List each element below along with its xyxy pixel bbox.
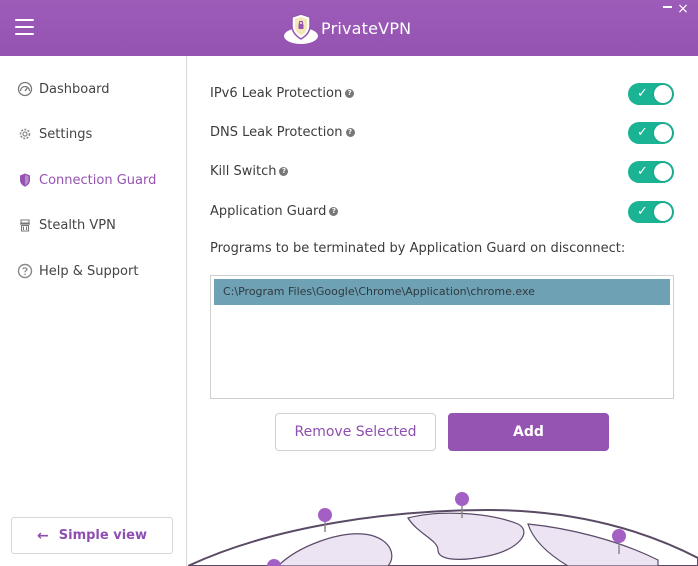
dns-leak-protection-toggle[interactable]: ✓ bbox=[628, 122, 674, 144]
application-guard-label: Application Guard ? bbox=[210, 202, 339, 220]
application-guard-toggle[interactable]: ✓ bbox=[628, 201, 674, 223]
hamburger-menu-icon[interactable] bbox=[15, 19, 34, 35]
close-button[interactable]: × bbox=[676, 2, 690, 16]
help-icon[interactable]: ? bbox=[329, 206, 339, 216]
help-icon[interactable]: ? bbox=[345, 127, 355, 137]
globe-illustration bbox=[188, 484, 698, 566]
kill-switch-toggle[interactable]: ✓ bbox=[628, 161, 674, 183]
ipv6-leak-protection-label: IPv6 Leak Protection ? bbox=[210, 84, 355, 102]
program-list[interactable]: C:\Program Files\Google\Chrome\Applicati… bbox=[210, 275, 674, 399]
help-icon[interactable]: ? bbox=[279, 166, 289, 176]
ipv6-leak-protection-toggle[interactable]: ✓ bbox=[628, 83, 674, 105]
sidebar-item-label: Stealth VPN bbox=[39, 217, 116, 233]
programs-label: Programs to be terminated by Application… bbox=[210, 241, 626, 256]
toggle-knob bbox=[654, 163, 672, 181]
toggle-knob bbox=[654, 203, 672, 221]
toggle-knob bbox=[654, 124, 672, 142]
title-bar: PrivateVPN × bbox=[0, 0, 698, 56]
gear-icon bbox=[17, 126, 33, 142]
sidebar-item-label: Settings bbox=[39, 126, 93, 142]
sidebar-item-stealth-vpn[interactable]: Stealth VPN bbox=[17, 214, 116, 236]
check-icon: ✓ bbox=[637, 125, 648, 140]
app-logo: PrivateVPN bbox=[283, 12, 411, 44]
logo-shield-icon bbox=[283, 12, 319, 44]
minimize-button[interactable] bbox=[663, 6, 672, 8]
check-icon: ✓ bbox=[637, 204, 648, 219]
kill-switch-label: Kill Switch ? bbox=[210, 162, 289, 180]
help-icon[interactable]: ? bbox=[345, 88, 355, 98]
toggle-label-text: Kill Switch bbox=[210, 163, 277, 179]
simple-view-label: Simple view bbox=[58, 528, 147, 543]
toggle-knob bbox=[654, 85, 672, 103]
sidebar-item-settings[interactable]: Settings bbox=[17, 123, 92, 145]
sidebar-item-label: Help & Support bbox=[39, 263, 139, 279]
sidebar-item-label: Dashboard bbox=[39, 81, 110, 97]
sidebar-item-dashboard[interactable]: Dashboard bbox=[17, 78, 110, 100]
dashboard-icon bbox=[17, 81, 33, 97]
add-button[interactable]: Add bbox=[448, 413, 609, 451]
toggle-label-text: DNS Leak Protection bbox=[210, 124, 343, 140]
stealth-icon bbox=[17, 217, 33, 233]
simple-view-button[interactable]: ← Simple view bbox=[11, 517, 173, 554]
sidebar: Dashboard Settings Connection Guard Stea… bbox=[0, 56, 187, 566]
toggle-label-text: IPv6 Leak Protection bbox=[210, 85, 343, 101]
remove-selected-button[interactable]: Remove Selected bbox=[275, 413, 436, 451]
help-icon bbox=[17, 263, 33, 279]
toggle-label-text: Application Guard bbox=[210, 203, 327, 219]
check-icon: ✓ bbox=[637, 164, 648, 179]
sidebar-item-connection-guard[interactable]: Connection Guard bbox=[17, 169, 156, 191]
app-title: PrivateVPN bbox=[321, 18, 412, 38]
check-icon: ✓ bbox=[637, 86, 648, 101]
arrow-left-icon: ← bbox=[37, 527, 49, 544]
dns-leak-protection-label: DNS Leak Protection ? bbox=[210, 123, 355, 141]
sidebar-item-help-support[interactable]: Help & Support bbox=[17, 260, 138, 282]
list-item[interactable]: C:\Program Files\Google\Chrome\Applicati… bbox=[214, 279, 670, 305]
sidebar-item-label: Connection Guard bbox=[39, 172, 157, 188]
shield-icon bbox=[17, 172, 33, 188]
